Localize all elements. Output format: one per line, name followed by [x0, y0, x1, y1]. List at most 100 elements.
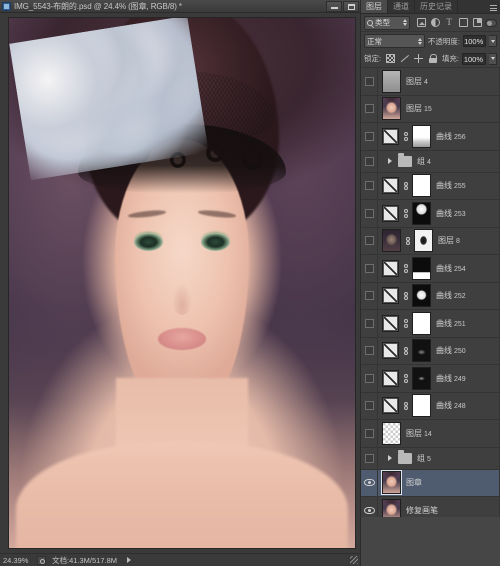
layer-thumbnail[interactable] — [382, 70, 401, 93]
status-menu-arrow-icon[interactable] — [127, 557, 131, 563]
layer-visibility-toggle[interactable] — [361, 68, 378, 95]
layer-thumbnails[interactable] — [378, 202, 431, 225]
curves-adjustment-icon[interactable] — [382, 397, 399, 414]
preview-toggle-icon[interactable] — [37, 556, 46, 565]
fill-value[interactable]: 100% — [462, 53, 486, 65]
layer-thumbnails[interactable] — [378, 471, 401, 494]
layer-visibility-toggle[interactable] — [361, 200, 378, 227]
mask-link-icon[interactable] — [402, 292, 409, 301]
layer-thumbnails[interactable] — [378, 229, 433, 252]
opacity-stepper[interactable] — [489, 35, 497, 47]
mask-link-icon[interactable] — [402, 347, 409, 356]
layer-name[interactable]: 曲线 256 — [431, 131, 466, 142]
maximize-restore-button[interactable] — [343, 1, 359, 12]
curves-adjustment-icon[interactable] — [382, 315, 399, 332]
layer-mask-thumbnail[interactable] — [412, 125, 431, 148]
layer-thumbnail[interactable] — [382, 422, 401, 445]
minimize-button[interactable] — [326, 1, 342, 12]
layer-name[interactable]: 曲线 253 — [431, 208, 466, 219]
layer-thumbnails[interactable] — [378, 257, 431, 280]
layer-name[interactable]: 图层 14 — [401, 428, 432, 439]
resize-grip[interactable] — [350, 556, 358, 564]
layer-name[interactable]: 曲线 252 — [431, 290, 466, 301]
layer-row[interactable]: 图章 — [361, 470, 500, 498]
filter-shape-layers-icon[interactable] — [459, 18, 468, 27]
layer-visibility-toggle[interactable] — [361, 255, 378, 282]
layer-row[interactable]: 组 5 — [361, 448, 500, 470]
layer-row[interactable]: 曲线 253 — [361, 200, 500, 228]
layer-row[interactable]: 曲线 248 — [361, 393, 500, 421]
layer-visibility-toggle[interactable] — [361, 283, 378, 310]
document-canvas[interactable] — [8, 17, 356, 549]
blend-mode-dropdown[interactable]: 正常 — [364, 34, 425, 48]
layer-visibility-toggle[interactable] — [361, 173, 378, 200]
curves-adjustment-icon[interactable] — [382, 205, 399, 222]
layer-thumbnails[interactable] — [378, 284, 431, 307]
layer-visibility-toggle[interactable] — [361, 123, 378, 150]
zoom-level[interactable]: 24.39% — [3, 556, 37, 565]
curves-adjustment-icon[interactable] — [382, 287, 399, 304]
layer-mask-thumbnail[interactable] — [412, 312, 431, 335]
layer-row[interactable]: 图层 15 — [361, 96, 500, 124]
layer-thumbnail[interactable] — [382, 97, 401, 120]
mask-link-icon[interactable] — [402, 132, 409, 141]
panel-menu-icon[interactable] — [487, 5, 500, 13]
layer-row[interactable]: 曲线 255 — [361, 173, 500, 201]
layers-list[interactable]: 图层 4 图层 15 曲线 256 组 4曲线 255 曲线 253 图层 8 曲线 254… — [361, 68, 500, 517]
layer-name[interactable]: 图章 — [401, 477, 422, 488]
layer-row[interactable]: 曲线 254 — [361, 255, 500, 283]
layer-name[interactable]: 曲线 254 — [431, 263, 466, 274]
tab-history[interactable]: 历史记录 — [415, 0, 458, 13]
layer-visibility-toggle[interactable] — [361, 365, 378, 392]
layer-name[interactable]: 曲线 250 — [431, 345, 466, 356]
filter-type-layers-icon[interactable]: T — [445, 18, 454, 27]
layer-mask-thumbnail[interactable] — [412, 367, 431, 390]
chevron-right-icon[interactable] — [388, 158, 392, 164]
layer-thumbnail[interactable] — [382, 499, 401, 517]
curves-adjustment-icon[interactable] — [382, 260, 399, 277]
filter-adjustment-layers-icon[interactable] — [431, 18, 440, 27]
layer-name[interactable]: 曲线 251 — [431, 318, 466, 329]
filter-enable-toggle[interactable] — [485, 19, 497, 27]
layer-row[interactable]: 曲线 250 — [361, 338, 500, 366]
layer-visibility-toggle[interactable] — [361, 151, 378, 172]
layer-row[interactable]: 曲线 251 — [361, 310, 500, 338]
layer-name[interactable]: 曲线 249 — [431, 373, 466, 384]
layer-mask-thumbnail[interactable] — [412, 257, 431, 280]
layer-thumbnail[interactable] — [382, 229, 401, 252]
layer-mask-thumbnail[interactable] — [414, 229, 433, 252]
layer-thumbnails[interactable] — [378, 453, 412, 464]
layer-name[interactable]: 组 5 — [412, 453, 431, 464]
curves-adjustment-icon[interactable] — [382, 177, 399, 194]
filter-smart-object-icon[interactable] — [473, 18, 482, 27]
layer-thumbnails[interactable] — [378, 125, 431, 148]
layer-thumbnails[interactable] — [378, 97, 401, 120]
mask-link-icon[interactable] — [402, 264, 409, 273]
layer-visibility-toggle[interactable] — [361, 228, 378, 255]
layer-thumbnails[interactable] — [378, 174, 431, 197]
layer-thumbnails[interactable] — [378, 156, 412, 167]
layer-mask-thumbnail[interactable] — [412, 284, 431, 307]
chevron-right-icon[interactable] — [388, 455, 392, 461]
fill-stepper[interactable] — [489, 53, 497, 65]
layer-thumbnails[interactable] — [378, 367, 431, 390]
layer-row[interactable]: 组 4 — [361, 151, 500, 173]
layer-thumbnails[interactable] — [378, 394, 431, 417]
layer-mask-thumbnail[interactable] — [412, 394, 431, 417]
layer-row[interactable]: 曲线 249 — [361, 365, 500, 393]
filter-kind-dropdown[interactable]: 类型 — [364, 16, 410, 30]
mask-link-icon[interactable] — [402, 319, 409, 328]
layer-visibility-toggle[interactable] — [361, 497, 378, 517]
layer-name[interactable]: 图层 4 — [401, 76, 428, 87]
layer-row[interactable]: 图层 8 — [361, 228, 500, 256]
layer-row[interactable]: 图层 4 — [361, 68, 500, 96]
lock-transparent-pixels-icon[interactable] — [386, 54, 395, 63]
layer-visibility-toggle[interactable] — [361, 420, 378, 447]
opacity-value[interactable]: 100% — [463, 35, 486, 47]
curves-adjustment-icon[interactable] — [382, 128, 399, 145]
layer-mask-thumbnail[interactable] — [412, 339, 431, 362]
layer-name[interactable]: 图层 8 — [433, 235, 460, 246]
layer-visibility-toggle[interactable] — [361, 448, 378, 469]
layer-thumbnails[interactable] — [378, 339, 431, 362]
layer-visibility-toggle[interactable] — [361, 310, 378, 337]
